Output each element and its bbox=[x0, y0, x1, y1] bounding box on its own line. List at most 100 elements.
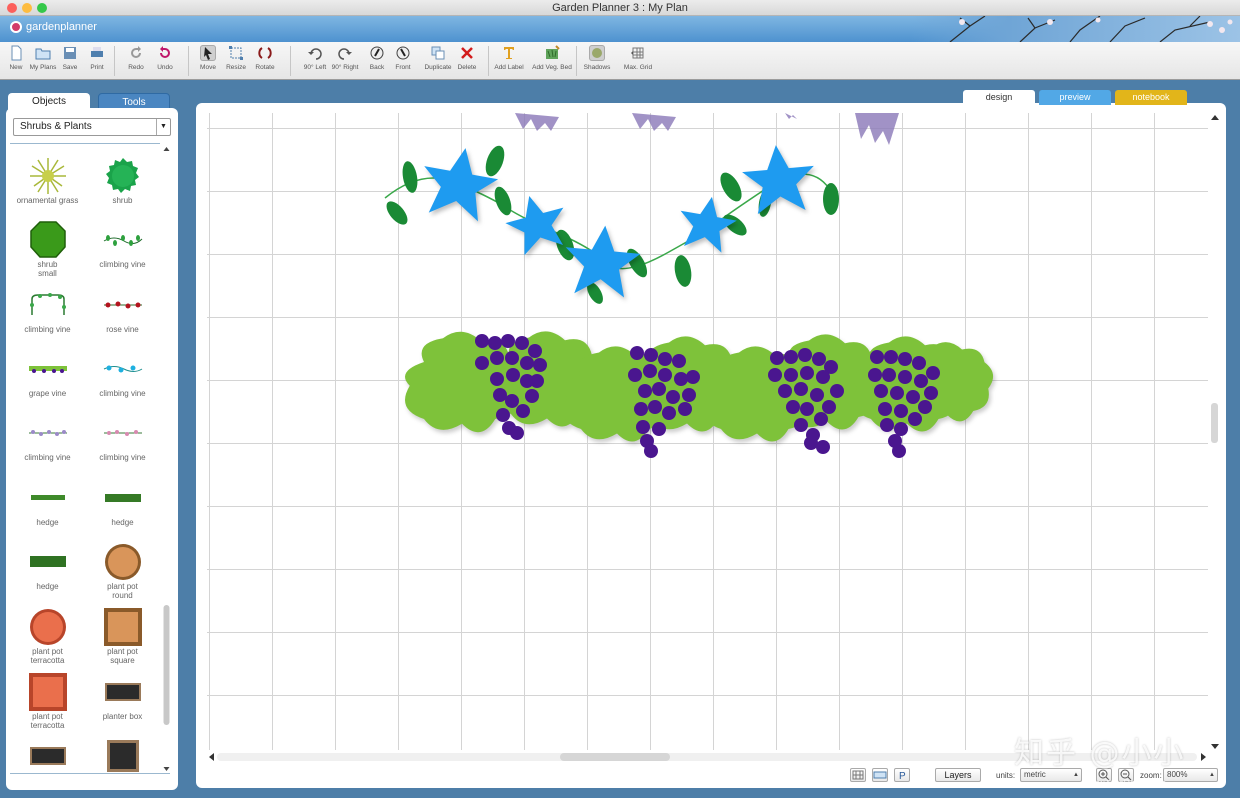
object-hedge[interactable]: hedge bbox=[10, 542, 85, 591]
print-icon bbox=[91, 47, 103, 57]
planter-box-icon bbox=[104, 672, 141, 712]
shrub-icon bbox=[103, 156, 143, 196]
undo-icon bbox=[160, 46, 170, 58]
app-logo: gardenplanner bbox=[10, 21, 97, 33]
object-planter-box-long[interactable] bbox=[10, 736, 85, 773]
object-plant-pot-square[interactable]: plant pot square bbox=[85, 607, 160, 665]
object-shrub-small[interactable]: shrub small bbox=[10, 220, 85, 278]
rotate-tool-button[interactable]: Rotate bbox=[245, 45, 285, 71]
chevron-down-icon: ▼ bbox=[156, 119, 170, 135]
grid-icon bbox=[631, 47, 644, 59]
object-rose-vine[interactable]: rose vine bbox=[85, 285, 160, 334]
object-hedge[interactable]: hedge bbox=[85, 478, 160, 527]
object-label: planter box bbox=[102, 712, 143, 721]
object-shrub[interactable]: shrub bbox=[85, 156, 160, 205]
object-plant-pot-terracotta[interactable]: plant pot terracotta bbox=[10, 672, 85, 730]
new-document-icon bbox=[11, 45, 22, 61]
tab-notebook[interactable]: notebook bbox=[1115, 90, 1187, 105]
duplicate-icon bbox=[431, 46, 445, 60]
object-hedge[interactable]: hedge bbox=[10, 478, 85, 527]
object-label: plant pot terracotta bbox=[30, 712, 65, 730]
canvas-vertical-scrollbar[interactable] bbox=[1209, 113, 1221, 753]
blue-flower bbox=[739, 141, 818, 216]
main-toolbar: New My Plans Save Print Redo Undo Move R… bbox=[0, 42, 1240, 80]
units-label: units: bbox=[996, 771, 1016, 780]
save-icon bbox=[64, 47, 76, 59]
window-titlebar: Garden Planner 3 : My Plan bbox=[0, 0, 1240, 16]
climbing-vine-icon bbox=[103, 220, 143, 260]
tab-preview[interactable]: preview bbox=[1039, 90, 1111, 105]
category-value: Shrubs & Plants bbox=[20, 121, 92, 132]
ruler-button[interactable] bbox=[872, 768, 888, 782]
delete-icon bbox=[461, 47, 473, 59]
delete-button[interactable]: Delete bbox=[447, 45, 487, 71]
object-label: shrub bbox=[112, 196, 133, 205]
climbing-vine-arch-icon bbox=[28, 285, 68, 325]
grid-icon bbox=[852, 770, 864, 780]
blue-flower bbox=[674, 191, 741, 255]
hedge-medium-icon bbox=[104, 478, 141, 518]
object-label: rose vine bbox=[106, 325, 139, 334]
object-label: climbing vine bbox=[99, 389, 146, 398]
planter-box-square-icon bbox=[106, 736, 139, 773]
object-label: ornamental grass bbox=[16, 196, 79, 205]
object-climbing-vine[interactable]: climbing vine bbox=[10, 413, 85, 462]
faded-flower-group bbox=[515, 113, 899, 145]
object-climbing-vine[interactable]: climbing vine bbox=[10, 285, 85, 334]
print-button[interactable]: Print bbox=[77, 45, 117, 71]
add-veg-bed-button[interactable]: Add Veg. Bed bbox=[532, 45, 572, 71]
rotate-right-icon bbox=[338, 48, 352, 60]
objects-scrollbar[interactable] bbox=[162, 145, 171, 773]
shadows-toggle[interactable]: Shadows bbox=[577, 45, 617, 71]
undo-button[interactable]: Undo bbox=[145, 45, 185, 71]
rotate-left-icon bbox=[308, 48, 322, 60]
grid-view-button[interactable] bbox=[850, 768, 866, 782]
toolbar-separator bbox=[290, 46, 291, 76]
object-label: plant pot terracotta bbox=[30, 647, 65, 665]
hedge-thin-icon bbox=[30, 478, 65, 518]
object-label: hedge bbox=[36, 518, 59, 527]
shadows-icon bbox=[589, 45, 605, 61]
object-climbing-vine[interactable]: climbing vine bbox=[85, 220, 160, 269]
object-climbing-vine[interactable]: climbing vine bbox=[85, 413, 160, 462]
svg-text:P: P bbox=[899, 771, 906, 781]
toolbar-separator bbox=[114, 46, 115, 76]
resize-icon bbox=[229, 46, 243, 60]
logo-icon bbox=[10, 21, 22, 33]
object-label: shrub small bbox=[37, 260, 58, 278]
app-header: gardenplanner bbox=[0, 16, 1240, 42]
object-plant-pot-round[interactable]: plant pot round bbox=[85, 542, 160, 600]
object-ornamental-grass[interactable]: ornamental grass bbox=[10, 156, 85, 205]
veg-bed-icon bbox=[546, 45, 560, 59]
add-label-button[interactable]: Add Label bbox=[489, 45, 529, 71]
plant-pot-terracotta-square-icon bbox=[28, 672, 67, 712]
object-label: climbing vine bbox=[99, 453, 146, 462]
object-climbing-vine[interactable]: climbing vine bbox=[85, 349, 160, 398]
faded-flower bbox=[785, 113, 797, 119]
watermark-url: www.MacDown.com bbox=[1085, 778, 1167, 788]
folder-icon bbox=[35, 48, 51, 60]
object-planter-box[interactable]: planter box bbox=[85, 672, 160, 721]
tab-design[interactable]: design bbox=[963, 90, 1035, 105]
object-planter-box-square[interactable] bbox=[85, 736, 160, 773]
rose-vine-icon bbox=[103, 285, 143, 325]
category-dropdown[interactable]: Shrubs & Plants ▼ bbox=[13, 118, 171, 136]
design-canvas[interactable] bbox=[207, 113, 1208, 750]
max-grid-button[interactable]: Max. Grid bbox=[618, 45, 658, 71]
layers-button[interactable]: Layers bbox=[935, 768, 981, 782]
header-decoration bbox=[910, 16, 1240, 42]
watermark: 知乎 @小小 bbox=[1014, 736, 1186, 771]
panel-divider bbox=[10, 773, 170, 774]
grape-vine-icon bbox=[28, 349, 68, 389]
bring-front-button[interactable]: Front bbox=[383, 45, 423, 71]
faded-flower bbox=[855, 113, 899, 145]
object-label: plant pot round bbox=[107, 582, 138, 600]
climbing-vine-blue-icon bbox=[103, 349, 143, 389]
text-label-icon bbox=[504, 47, 514, 59]
hedge-wide-icon bbox=[29, 542, 66, 582]
object-plant-pot-terracotta[interactable]: plant pot terracotta bbox=[10, 607, 85, 665]
object-label: climbing vine bbox=[24, 453, 71, 462]
object-grape-vine[interactable]: grape vine bbox=[10, 349, 85, 398]
object-label: hedge bbox=[111, 518, 134, 527]
plant-list-button[interactable]: P bbox=[894, 768, 910, 782]
